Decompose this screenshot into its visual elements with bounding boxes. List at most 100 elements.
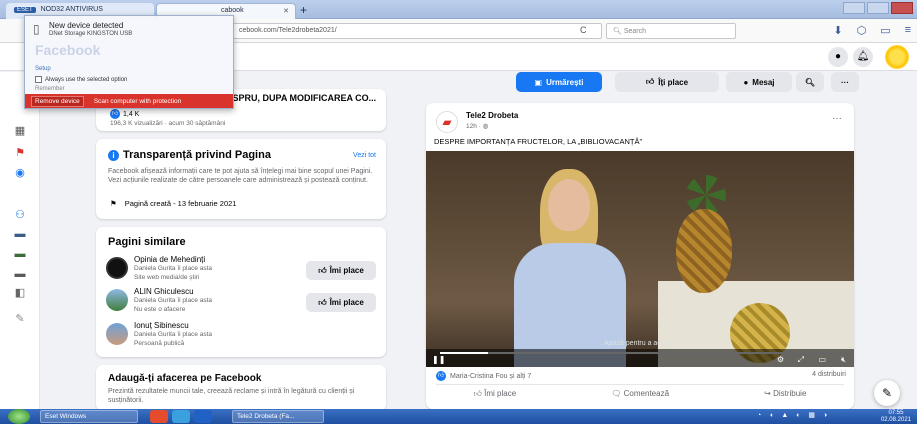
transparency-heading: i Transparență privind Pagina	[108, 149, 271, 161]
always-use-option[interactable]: Always use the selected option	[35, 76, 127, 83]
video-progress[interactable]	[440, 352, 840, 354]
follow-icon: ▣	[534, 77, 543, 87]
window-controls	[843, 2, 913, 14]
transparency-title: Transparență privind Pagina	[123, 149, 271, 161]
search-page-button[interactable]: 🔍︎	[796, 72, 824, 92]
comment-icon: 🗨︎	[611, 389, 624, 398]
messenger-icon[interactable]: ●	[828, 47, 848, 67]
watch-icon[interactable]: ▬	[12, 228, 28, 240]
new-message-button[interactable]: ✎	[874, 380, 900, 406]
like-similar-button[interactable]: 👍︎ Îmi place	[306, 293, 376, 312]
flag-icon[interactable]: ⚑	[12, 146, 28, 159]
page-avatar[interactable]	[106, 257, 128, 279]
pages-icon[interactable]: ▬	[12, 268, 28, 280]
tab-label: cabook	[221, 7, 244, 14]
presenter-face	[548, 179, 590, 231]
post-like-label: Îmi place	[484, 389, 517, 398]
page-avatar[interactable]	[106, 289, 128, 311]
post-comment-button[interactable]: 🗨︎ Comentează	[611, 389, 669, 399]
system-tray[interactable]: ◔ ◖ ▲ ◐ ▦ ◑	[757, 411, 830, 419]
post-shares[interactable]: 4 distribuiri	[812, 371, 846, 378]
post-author[interactable]: Tele2 Drobeta	[466, 111, 518, 120]
volume-icon[interactable]: 🔇︎	[841, 355, 846, 365]
post-divider	[436, 384, 844, 385]
new-tab-icon[interactable]: +	[300, 3, 307, 17]
avatar[interactable]	[885, 45, 909, 69]
globe-icon: ◍	[482, 123, 489, 130]
transparency-body: Facebook afișează informații care te pot…	[108, 168, 373, 184]
notifications-icon[interactable]: 🔔︎	[853, 47, 873, 67]
pocket-icon[interactable]: ⬡	[857, 24, 867, 37]
reactions-count[interactable]: 👍︎ 1,4 K	[110, 109, 139, 119]
more-label: ···	[841, 77, 849, 87]
checkbox[interactable]	[35, 76, 42, 83]
post-time[interactable]: 12h · ◍	[466, 122, 488, 130]
post-reactions[interactable]: 👍︎ Maria-Cristina Fou și alți 7	[436, 371, 531, 381]
gaming-icon[interactable]: ◉	[12, 166, 28, 179]
remove-device-button[interactable]: Remove device	[31, 95, 84, 107]
popup-setup[interactable]: Setup	[35, 66, 51, 72]
groups-icon[interactable]: ⚇	[12, 208, 28, 221]
like-similar-button[interactable]: 👍︎ Îmi place	[306, 261, 376, 280]
address-bar[interactable]: cebook.com/Tele2drobeta2021/	[232, 23, 602, 39]
similar-title: Pagini similare	[108, 236, 186, 248]
taskbar-item-firefox[interactable]: Tele2 Drobeta (Fa...	[232, 410, 324, 423]
follow-button[interactable]: ▣ Urmărești	[516, 72, 602, 92]
menu-grid-icon[interactable]: ▦	[12, 124, 28, 137]
compose-icon: ✎	[881, 386, 893, 400]
fullscreen-icon[interactable]: ⤢	[798, 355, 804, 365]
search-placeholder: Search	[623, 28, 647, 35]
download-icon[interactable]: ⬇	[833, 24, 842, 37]
sidebar-icon[interactable]: ▭	[880, 24, 890, 37]
like-page-button[interactable]: 👍︎ Îți place	[615, 72, 719, 92]
share-icon: ↪	[764, 389, 774, 398]
like-label: Îți place	[658, 77, 689, 87]
reload-icon[interactable]: C	[580, 25, 587, 35]
search-icon: 🔍︎	[804, 77, 816, 87]
taskbar-opera-icon[interactable]	[150, 410, 168, 423]
video-player[interactable]: Apasă pentru a activa ❚❚ ⚙ ⤢ ▭ 🔇︎	[426, 151, 854, 367]
close-tab-icon[interactable]: ✕	[283, 7, 289, 15]
page-avatar[interactable]	[106, 323, 128, 345]
post-share-button[interactable]: ↪ Distribuie	[764, 389, 806, 399]
more-button[interactable]: ···	[831, 72, 859, 92]
close-window-button[interactable]	[891, 2, 913, 14]
similar-friends: Daniela Gurita îi place asta	[134, 331, 213, 338]
maximize-button[interactable]	[867, 2, 889, 14]
scan-text[interactable]: Scan computer with protection	[94, 98, 181, 105]
post-actions: 👍︎ Îmi place 🗨︎ Comentează ↪ Distribuie	[426, 389, 854, 399]
taskbar-item-eset[interactable]: Eset Windows	[40, 410, 138, 423]
minimize-button[interactable]	[843, 2, 865, 14]
option-label: Always use the selected option	[45, 76, 128, 83]
page-avatar[interactable]: ▰	[436, 111, 458, 133]
post-meta: 196,3 K vizualizări · acum 30 săptămâni	[110, 120, 226, 127]
start-button[interactable]	[8, 409, 30, 424]
pause-icon[interactable]: ❚❚	[432, 355, 445, 364]
similar-category: Nu este o afacere	[134, 306, 186, 313]
message-button[interactable]: ● Mesaj	[726, 72, 792, 92]
clock[interactable]: 07:55 02.08.2021	[881, 410, 911, 423]
like-reaction-icon: 👍︎	[436, 371, 446, 381]
taskbar-chrome-icon[interactable]	[172, 410, 190, 423]
popup-device: DNet Storage KINGSTON USB	[49, 31, 133, 37]
marketplace-icon[interactable]: ▬	[12, 248, 28, 260]
pip-icon[interactable]: ▭	[818, 355, 826, 364]
pineapple-image	[676, 209, 732, 293]
post-title[interactable]: ASPRU, DUPA MODIFICAREA CO...	[226, 93, 376, 103]
business-title[interactable]: Adaugă-ți afacerea pe Facebook	[108, 373, 261, 384]
similar-category: Site web media/de știri	[134, 274, 200, 281]
similar-name[interactable]: ALIN Ghiculescu	[134, 287, 212, 296]
similar-name[interactable]: Opinia de Mehedinți	[134, 255, 212, 264]
see-all-link[interactable]: Vezi tot	[353, 152, 376, 159]
search-bar[interactable]: 🔍︎ Search	[606, 23, 736, 39]
post-like-button[interactable]: 👍︎ Îmi place	[474, 389, 517, 399]
post-card: ▰ Tele2 Drobeta 12h · ◍ ··· DESPRE IMPOR…	[426, 103, 854, 409]
taskbar-ie-icon[interactable]	[194, 410, 212, 423]
edit-icon[interactable]: ✎	[12, 312, 28, 325]
settings-icon[interactable]: ⚙	[777, 355, 784, 364]
post-text: DESPRE IMPORTANȚA FRUCTELOR, LA „BIBLIOV…	[434, 137, 642, 146]
similar-name[interactable]: Ionuț Sibinescu	[134, 321, 212, 330]
menu-icon[interactable]: ≡	[905, 24, 911, 37]
post-options-icon[interactable]: ···	[832, 113, 842, 124]
ads-icon[interactable]: ◧	[12, 286, 28, 299]
